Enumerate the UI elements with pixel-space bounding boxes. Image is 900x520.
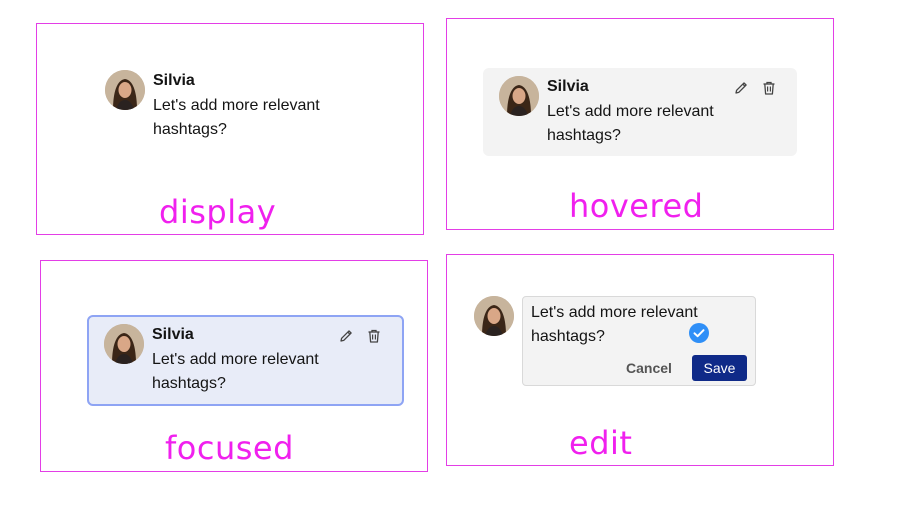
- author-name: Silvia: [152, 326, 194, 343]
- state-label-hovered: hovered: [569, 187, 704, 225]
- avatar: [104, 324, 144, 364]
- comment-text: Let's add more relevant hashtags?: [153, 97, 320, 138]
- avatar: [499, 76, 539, 116]
- state-label-edit: edit: [569, 424, 633, 462]
- pencil-icon[interactable]: [732, 79, 750, 97]
- author-name: Silvia: [153, 72, 195, 89]
- avatar: [105, 70, 145, 110]
- author-name: Silvia: [547, 78, 589, 95]
- state-label-display: display: [159, 193, 277, 231]
- save-button[interactable]: Save: [692, 355, 747, 381]
- trash-icon[interactable]: [760, 79, 778, 97]
- check-circle-icon: [689, 323, 709, 343]
- cancel-button[interactable]: Cancel: [626, 360, 672, 376]
- comment-text: Let's add more relevant hashtags?: [547, 103, 714, 144]
- state-label-focused: focused: [165, 429, 294, 467]
- pencil-icon[interactable]: [337, 327, 355, 345]
- avatar: [474, 296, 514, 336]
- comment-text: Let's add more relevant hashtags?: [152, 351, 319, 392]
- trash-icon[interactable]: [365, 327, 383, 345]
